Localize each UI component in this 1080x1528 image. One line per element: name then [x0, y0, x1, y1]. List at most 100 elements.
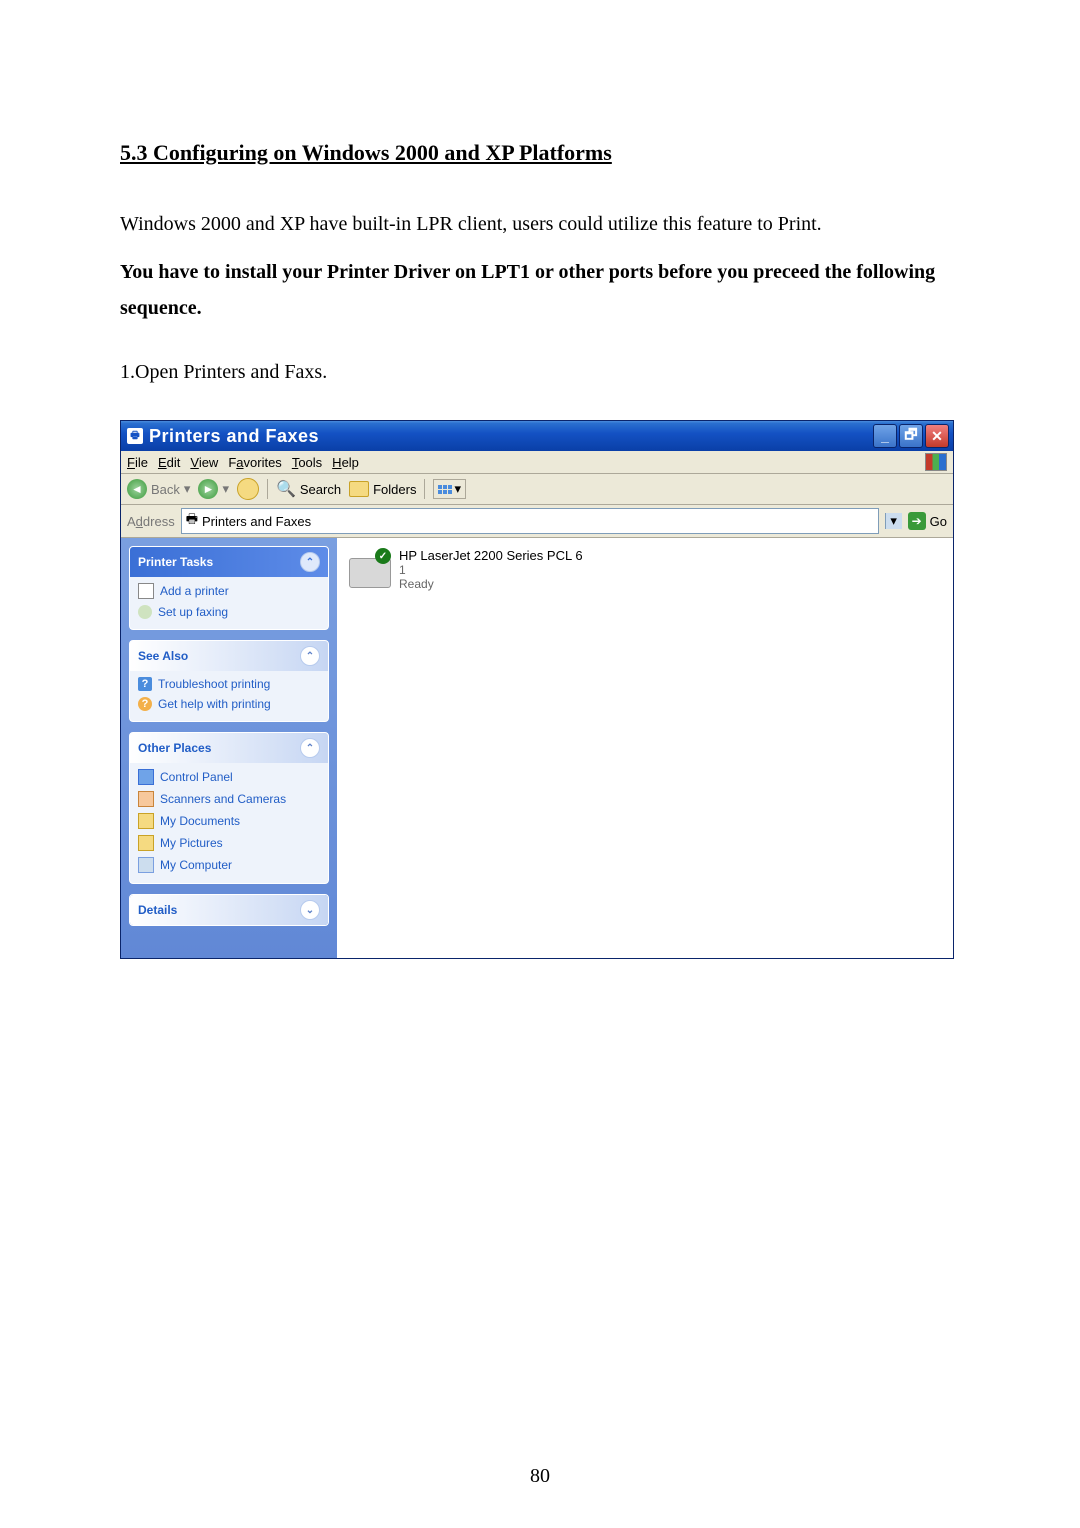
help-question-icon: ?	[138, 697, 152, 711]
step-1: 1.Open Printers and Faxs.	[120, 354, 960, 390]
back-dropdown-icon: ▾	[184, 481, 191, 497]
forward-dropdown-icon: ▾	[222, 481, 229, 497]
details-title: Details	[138, 903, 177, 917]
go-label: Go	[930, 514, 947, 529]
forward-button[interactable]: ► ▾	[198, 479, 229, 499]
title-bar: 🖶 Printers and Faxes _ 🗗 ✕	[121, 421, 953, 451]
scanner-icon	[138, 791, 154, 807]
up-icon	[237, 478, 259, 500]
chevron-up-icon: ⌃	[300, 738, 320, 758]
printer-icon	[138, 583, 154, 599]
see-also-header[interactable]: See Also ⌃	[130, 641, 328, 671]
chevron-down-icon: ⌄	[300, 900, 320, 920]
printer-jobs: 1	[399, 563, 583, 577]
printer-list-item[interactable]: ✓ HP LaserJet 2200 Series PCL 6 1 Ready	[347, 548, 943, 591]
warning-paragraph: You have to install your Printer Driver …	[120, 254, 960, 326]
toolbar-separator	[267, 479, 268, 499]
menu-file[interactable]: File	[127, 455, 148, 470]
scanners-link[interactable]: Scanners and Cameras	[138, 791, 320, 807]
my-pictures-link[interactable]: My Pictures	[138, 835, 320, 851]
setup-faxing-link[interactable]: Set up faxing	[138, 605, 320, 619]
my-computer-label: My Computer	[160, 858, 232, 872]
address-icon: 🖶	[186, 510, 198, 532]
chevron-up-icon: ⌃	[300, 646, 320, 666]
menu-edit[interactable]: Edit	[158, 455, 180, 470]
documents-icon	[138, 813, 154, 829]
other-places-panel: Other Places ⌃ Control Panel Scanners an…	[129, 732, 329, 884]
scanners-label: Scanners and Cameras	[160, 792, 286, 806]
troubleshoot-label: Troubleshoot printing	[158, 677, 270, 691]
intro-paragraph: Windows 2000 and XP have built-in LPR cl…	[120, 206, 960, 242]
folders-label: Folders	[373, 482, 416, 497]
back-label: Back	[151, 482, 180, 497]
see-also-title: See Also	[138, 649, 188, 663]
printer-status: Ready	[399, 577, 583, 591]
menu-tools[interactable]: Tools	[292, 455, 322, 470]
windows-flag-icon	[925, 453, 947, 471]
toolbar-separator-2	[424, 479, 425, 499]
control-panel-label: Control Panel	[160, 770, 233, 784]
toolbar: ◄ Back ▾ ► ▾ 🔍 Search Folders	[121, 474, 953, 505]
address-dropdown-icon[interactable]: ▾	[885, 513, 902, 529]
menu-view[interactable]: View	[190, 455, 218, 470]
views-icon	[438, 485, 452, 494]
menu-favorites[interactable]: Favorites	[228, 455, 281, 470]
printer-tasks-header[interactable]: Printer Tasks ⌃	[130, 547, 328, 577]
printer-tasks-title: Printer Tasks	[138, 555, 213, 569]
up-button[interactable]	[237, 478, 259, 500]
chevron-up-icon: ⌃	[300, 552, 320, 572]
setup-faxing-label: Set up faxing	[158, 605, 228, 619]
section-heading: 5.3 Configuring on Windows 2000 and XP P…	[120, 140, 960, 166]
address-field[interactable]: 🖶 Printers and Faxes	[181, 508, 879, 534]
views-button[interactable]: ▾	[433, 479, 466, 499]
fax-icon	[138, 605, 152, 619]
address-bar: Address 🖶 Printers and Faxes ▾ ➔ Go	[121, 505, 953, 538]
other-places-title: Other Places	[138, 741, 211, 755]
search-icon: 🔍	[276, 479, 296, 499]
default-check-icon: ✓	[375, 548, 391, 564]
go-button[interactable]: ➔ Go	[908, 512, 947, 530]
folders-button[interactable]: Folders	[349, 481, 416, 497]
content-area: ✓ HP LaserJet 2200 Series PCL 6 1 Ready	[337, 538, 953, 958]
my-computer-link[interactable]: My Computer	[138, 857, 320, 873]
printer-device-icon: ✓	[347, 548, 391, 588]
task-sidebar: Printer Tasks ⌃ Add a printer Set up fax…	[121, 538, 337, 958]
see-also-panel: See Also ⌃ ? Troubleshoot printing ? Get…	[129, 640, 329, 722]
restore-button[interactable]: 🗗	[899, 424, 923, 448]
pictures-icon	[138, 835, 154, 851]
menu-bar: File Edit View Favorites Tools Help	[121, 451, 953, 474]
search-button[interactable]: 🔍 Search	[276, 479, 341, 499]
menu-help[interactable]: Help	[332, 455, 359, 470]
control-panel-icon	[138, 769, 154, 785]
details-header[interactable]: Details ⌄	[130, 895, 328, 925]
control-panel-link[interactable]: Control Panel	[138, 769, 320, 785]
get-help-link[interactable]: ? Get help with printing	[138, 697, 320, 711]
printer-tasks-panel: Printer Tasks ⌃ Add a printer Set up fax…	[129, 546, 329, 630]
search-label: Search	[300, 482, 341, 497]
page-number: 80	[0, 1465, 1080, 1488]
forward-icon: ►	[198, 479, 218, 499]
folders-icon	[349, 481, 369, 497]
help-icon: ?	[138, 677, 152, 691]
close-button[interactable]: ✕	[925, 424, 949, 448]
screenshot-window: 🖶 Printers and Faxes _ 🗗 ✕ File Edit Vie…	[120, 420, 954, 959]
window-icon: 🖶	[127, 428, 143, 444]
troubleshoot-link[interactable]: ? Troubleshoot printing	[138, 677, 320, 691]
other-places-header[interactable]: Other Places ⌃	[130, 733, 328, 763]
window-title: Printers and Faxes	[149, 426, 873, 447]
my-pictures-label: My Pictures	[160, 836, 223, 850]
address-label: Address	[127, 514, 175, 529]
minimize-button[interactable]: _	[873, 424, 897, 448]
address-value: Printers and Faxes	[202, 514, 874, 529]
get-help-label: Get help with printing	[158, 697, 271, 711]
back-button[interactable]: ◄ Back ▾	[127, 479, 190, 499]
my-documents-label: My Documents	[160, 814, 240, 828]
views-dropdown-icon: ▾	[454, 481, 461, 497]
printer-name: HP LaserJet 2200 Series PCL 6	[399, 548, 583, 563]
add-printer-label: Add a printer	[160, 584, 229, 598]
my-documents-link[interactable]: My Documents	[138, 813, 320, 829]
add-printer-link[interactable]: Add a printer	[138, 583, 320, 599]
computer-icon	[138, 857, 154, 873]
details-panel: Details ⌄	[129, 894, 329, 926]
go-icon: ➔	[908, 512, 926, 530]
